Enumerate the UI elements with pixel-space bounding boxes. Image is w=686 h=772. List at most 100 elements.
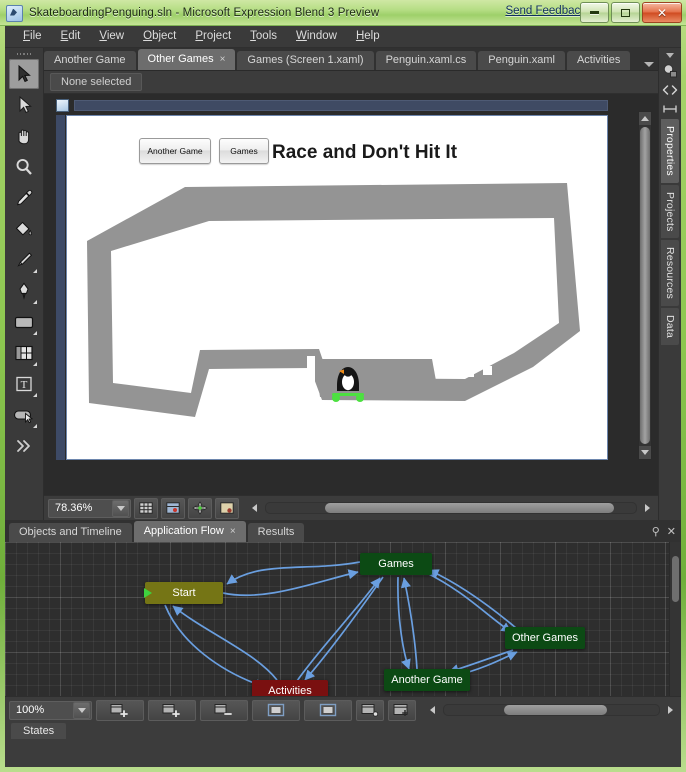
new-screen-button[interactable]	[96, 699, 144, 721]
chevron-left-icon	[252, 504, 257, 512]
pin-icon[interactable]: ⚲	[652, 527, 660, 538]
remove-screen-button[interactable]	[200, 699, 248, 721]
menu-item-window[interactable]: Window	[288, 28, 345, 45]
maximize-button[interactable]	[611, 2, 640, 23]
document-tab-penguin-xaml-cs[interactable]: Penguin.xaml.cs	[375, 51, 477, 70]
menu-item-edit[interactable]: Edit	[53, 28, 89, 45]
scrollbar-thumb[interactable]	[504, 705, 608, 715]
artboard-button-games[interactable]: Games	[219, 138, 269, 164]
chevron-down-icon[interactable]	[666, 53, 674, 58]
menu-item-object[interactable]: Object	[135, 28, 184, 45]
scrollbar-thumb[interactable]	[325, 503, 614, 513]
scrollbar-thumb[interactable]	[640, 127, 650, 444]
selection-tool[interactable]	[9, 59, 39, 89]
direct-selection-tool[interactable]	[9, 90, 39, 120]
application-flow-canvas[interactable]: Start Games Other Games Another Game Act…	[5, 542, 681, 696]
eyedropper-tool[interactable]	[9, 183, 39, 213]
document-tab-another-game[interactable]: Another Game	[44, 51, 136, 70]
flow-node-activities[interactable]: Activities	[252, 680, 328, 696]
racetrack-graphic	[87, 183, 580, 417]
button-control-tool[interactable]	[9, 400, 39, 430]
canvas-zoom-combo[interactable]: 78.36%	[48, 498, 131, 518]
node-label: Another Game	[391, 674, 463, 686]
flow-node-other-games[interactable]: Other Games	[505, 627, 585, 649]
scroll-down-button[interactable]	[639, 446, 651, 459]
panel-tab-objects-and-timeline[interactable]: Objects and Timeline	[9, 523, 132, 542]
menu-item-project[interactable]: Project	[187, 28, 239, 45]
panel-tab-properties[interactable]: Properties	[661, 119, 679, 183]
breadcrumb[interactable]: None selected	[50, 73, 143, 91]
document-tab-activities[interactable]: Activities	[566, 51, 631, 70]
scroll-right-button[interactable]	[664, 704, 677, 717]
scroll-left-button[interactable]	[426, 704, 439, 717]
menu-item-view[interactable]: View	[91, 28, 132, 45]
flow-zoom-combo[interactable]: 100%	[9, 700, 92, 720]
fit-to-screen-button[interactable]	[252, 699, 300, 721]
tab-label: Penguin.xaml	[488, 54, 555, 66]
show-snap-guides-button[interactable]	[188, 497, 212, 519]
flow-vertical-scrollbar[interactable]	[669, 542, 681, 696]
states-tab[interactable]: States	[11, 723, 67, 739]
show-grid-button[interactable]	[134, 497, 158, 519]
panel-tab-projects[interactable]: Projects	[661, 184, 679, 239]
artboard-area[interactable]: Another Game Games Race and Don't Hit It	[44, 94, 658, 495]
pan-tool[interactable]	[9, 121, 39, 151]
scrollbar-track[interactable]	[443, 704, 660, 716]
design-surface[interactable]: Another Game Games Race and Don't Hit It	[66, 115, 608, 460]
artboard-button-another-game[interactable]: Another Game	[139, 138, 211, 164]
zoom-tool[interactable]	[9, 152, 39, 182]
chevron-down-icon[interactable]	[644, 62, 654, 67]
scroll-up-button[interactable]	[639, 112, 651, 125]
xaml-code-icon[interactable]	[661, 81, 679, 98]
tab-close-icon[interactable]: ×	[230, 526, 236, 537]
navigate-button[interactable]	[388, 699, 416, 721]
node-label: Start	[172, 587, 196, 599]
minimize-button[interactable]	[580, 2, 609, 23]
canvas-horizontal-scrollbar[interactable]	[248, 501, 654, 516]
canvas-zoom-value[interactable]: 78.36%	[49, 502, 111, 514]
tab-close-icon[interactable]: ×	[220, 54, 226, 65]
toolbox-grip[interactable]	[17, 51, 32, 57]
layout-panel-tool[interactable]	[9, 338, 39, 368]
rectangle-tool[interactable]	[9, 307, 39, 337]
panel-tab-data[interactable]: Data	[661, 308, 679, 346]
pen-tool[interactable]	[9, 276, 39, 306]
flow-horizontal-scrollbar[interactable]	[426, 703, 677, 718]
flow-node-another-game[interactable]: Another Game	[384, 669, 470, 691]
scroll-left-button[interactable]	[248, 502, 261, 515]
brush-tool[interactable]	[9, 245, 39, 275]
document-tab-penguin-xaml[interactable]: Penguin.xaml	[478, 51, 565, 70]
canvas-vertical-scrollbar[interactable]	[638, 111, 652, 460]
menu-item-help[interactable]: Help	[348, 28, 388, 45]
panel-tab-results[interactable]: Results	[247, 523, 305, 542]
scrollbar-thumb[interactable]	[672, 556, 679, 602]
text-tool[interactable]: T	[9, 369, 39, 399]
scrollbar-track[interactable]	[265, 502, 637, 514]
assets-more-tool[interactable]	[9, 431, 39, 461]
panel-close-icon[interactable]: ✕	[667, 527, 676, 538]
chevron-down-icon[interactable]	[73, 701, 90, 719]
close-button[interactable]: ✕	[642, 2, 682, 23]
screen-properties-button[interactable]	[356, 699, 384, 721]
flyout-indicator	[33, 269, 37, 273]
show-annotations-button[interactable]	[215, 497, 239, 519]
resize-panel-icon[interactable]	[661, 100, 679, 117]
panel-tab-resources[interactable]: Resources	[661, 240, 679, 307]
paint-bucket-tool[interactable]	[9, 214, 39, 244]
menu-item-file[interactable]: File	[15, 28, 50, 45]
flow-node-games[interactable]: Games	[360, 553, 432, 575]
artboard-caption-bar	[74, 99, 608, 111]
panel-tab-application-flow[interactable]: Application Flow ×	[133, 521, 246, 542]
snap-to-gridlines-button[interactable]	[161, 497, 185, 519]
menu-item-tools[interactable]: Tools	[242, 28, 285, 45]
actual-size-button[interactable]	[304, 699, 352, 721]
send-feedback-link[interactable]: Send Feedback	[505, 5, 586, 17]
scroll-right-button[interactable]	[641, 502, 654, 515]
search-properties-icon[interactable]	[661, 62, 679, 79]
flow-node-start[interactable]: Start	[144, 582, 223, 604]
document-tab-other-games[interactable]: Other Games ×	[137, 49, 236, 70]
new-state-button[interactable]	[148, 699, 196, 721]
flow-zoom-value[interactable]: 100%	[10, 704, 72, 716]
chevron-down-icon[interactable]	[112, 499, 129, 517]
document-tab-games-screen1[interactable]: Games (Screen 1.xaml)	[237, 51, 374, 70]
